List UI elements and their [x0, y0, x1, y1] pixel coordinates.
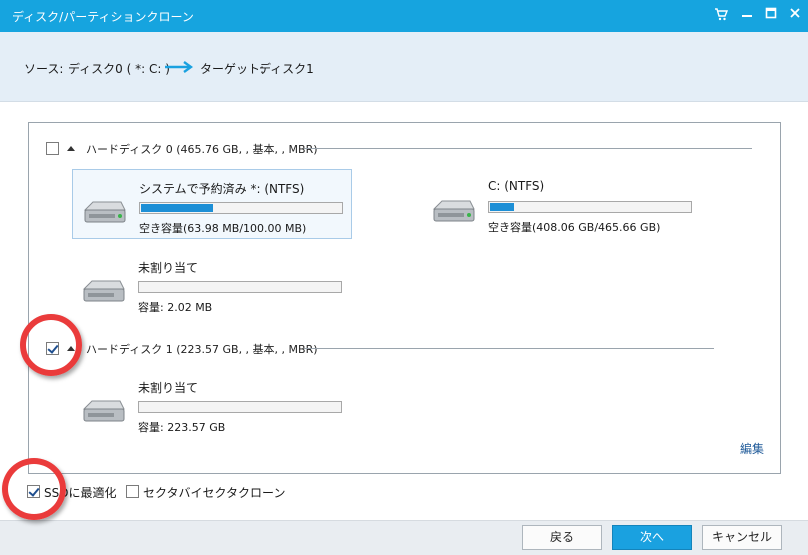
target-value: ディスク1	[259, 62, 314, 76]
partition-unallocated-disk1[interactable]: 未割り当て 容量: 223.57 GB	[72, 369, 352, 439]
partition-c-drive[interactable]: C: (NTFS) 空き容量(408.06 GB/465.66 GB)	[422, 169, 702, 239]
partition-name: 未割り当て	[138, 261, 199, 275]
disk0-checkbox[interactable]	[46, 142, 59, 155]
collapse-triangle-icon[interactable]	[67, 146, 75, 151]
back-button[interactable]: 戻る	[522, 525, 602, 550]
partition-capacity: 容量: 223.57 GB	[138, 421, 226, 434]
partition-name: システムで予約済み *: (NTFS)	[139, 182, 305, 196]
usage-bar	[139, 202, 343, 214]
sector-clone-label[interactable]: セクタバイセクタクローン	[143, 484, 285, 501]
hard-drive-icon	[82, 400, 125, 422]
partition-unallocated-disk0[interactable]: 未割り当て 容量: 2.02 MB	[72, 249, 352, 319]
partition-name: 未割り当て	[138, 381, 199, 395]
partition-free-space: 空き容量(408.06 GB/465.66 GB)	[488, 221, 661, 234]
usage-bar	[488, 201, 692, 213]
hard-drive-icon	[82, 280, 125, 302]
footer-bar: 戻る 次へ キャンセル	[0, 520, 808, 555]
cart-icon[interactable]	[712, 7, 730, 25]
hard-drive-icon	[83, 201, 126, 223]
disk1-title: ハードディスク 1 (223.57 GB, , 基本, , MBR)	[86, 343, 318, 356]
disk0-divider	[304, 148, 752, 149]
hard-drive-icon	[432, 200, 475, 222]
sector-clone-checkbox[interactable]	[126, 485, 139, 498]
annotation-circle-disk1	[20, 314, 82, 376]
cancel-button[interactable]: キャンセル	[702, 525, 782, 550]
usage-bar-fill	[141, 204, 213, 212]
target-label: ターゲット:	[200, 62, 265, 76]
arrow-right-icon	[165, 61, 193, 73]
partition-free-space: 空き容量(63.98 MB/100.00 MB)	[139, 222, 307, 235]
title-bar: ディスク/パーティションクローン	[0, 0, 808, 32]
maximize-icon[interactable]	[762, 7, 780, 25]
disk0-title: ハードディスク 0 (465.76 GB, , 基本, , MBR)	[86, 143, 318, 156]
partition-capacity: 容量: 2.02 MB	[138, 301, 213, 314]
usage-bar	[138, 401, 342, 413]
close-icon[interactable]	[786, 7, 804, 25]
partition-name: C: (NTFS)	[488, 179, 545, 193]
disk1-divider	[304, 348, 714, 349]
partition-system-reserved[interactable]: システムで予約済み *: (NTFS) 空き容量(63.98 MB/100.00…	[72, 169, 352, 239]
usage-bar-fill	[490, 203, 514, 211]
disk-map: ハードディスク 0 (465.76 GB, , 基本, , MBR) システムで…	[28, 122, 781, 474]
clone-summary-header: ソース: ディスク0 ( *: C: ) ターゲット: ディスク1	[0, 32, 808, 102]
source-value: ディスク0 ( *: C: )	[68, 62, 170, 76]
usage-bar	[138, 281, 342, 293]
edit-disk1-link[interactable]: 編集	[740, 440, 764, 457]
main-panel: ハードディスク 0 (465.76 GB, , 基本, , MBR) システムで…	[0, 102, 808, 520]
minimize-icon[interactable]	[738, 7, 756, 25]
next-button[interactable]: 次へ	[612, 525, 692, 550]
window-title: ディスク/パーティションクローン	[12, 10, 194, 24]
annotation-circle-ssd	[2, 458, 66, 520]
source-label: ソース:	[24, 62, 64, 76]
